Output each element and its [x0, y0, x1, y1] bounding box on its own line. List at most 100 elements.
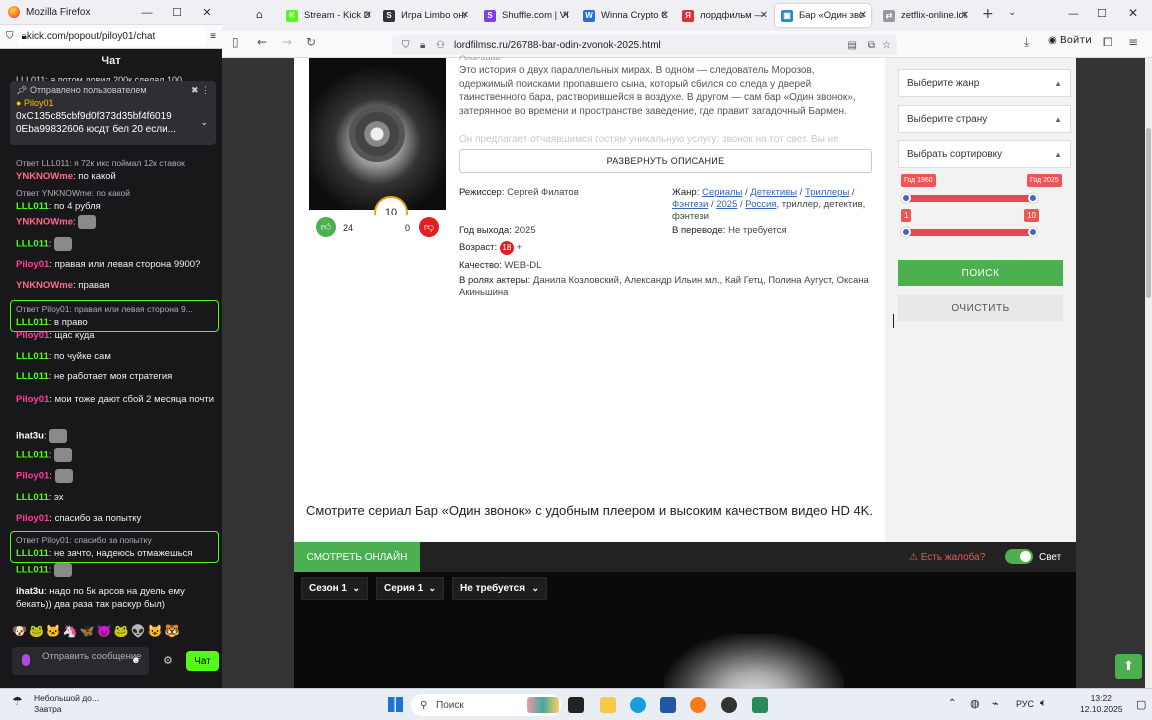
- chat-username[interactable]: YNKNOWme: [16, 280, 73, 291]
- slider-handle[interactable]: [901, 227, 911, 237]
- emote-bar[interactable]: 🐶🐸🐱🦄🦋😈🐸👽😺🐯: [12, 624, 181, 638]
- forward-button[interactable]: →: [282, 35, 292, 49]
- chat-username[interactable]: ihat3u: [16, 431, 44, 442]
- tab-overflow-icon[interactable]: ⌄: [1008, 7, 1016, 18]
- minimize-button[interactable]: —: [1068, 7, 1079, 20]
- edge-icon[interactable]: [630, 697, 646, 713]
- chat-username[interactable]: Piloy01: [16, 330, 49, 341]
- account-button[interactable]: ◉ Войти: [1048, 35, 1092, 46]
- bookmark-star-icon[interactable]: ☆: [882, 40, 891, 51]
- sort-select[interactable]: Выбрать сортировку ▲: [898, 140, 1071, 168]
- chat-username[interactable]: LLL011: [16, 450, 49, 461]
- browser-tab[interactable]: W Winna Crypto Ca ✕: [577, 4, 673, 27]
- emoji-icon[interactable]: ☻: [131, 655, 141, 666]
- browser-tab[interactable]: S Shuffle.com | VIP ✕: [478, 4, 574, 27]
- browser-tab[interactable]: K Stream - Kick Da ✕: [280, 4, 376, 27]
- season-select[interactable]: Сезон 1 ⌄: [301, 577, 368, 600]
- reload-button[interactable]: ↻: [306, 35, 316, 49]
- chat-username[interactable]: Piloy01: [16, 513, 49, 524]
- browser-tab[interactable]: ▣Бар «Один звонок✕: [775, 4, 871, 27]
- slider-handle[interactable]: [901, 193, 911, 203]
- firefox-taskbar-icon[interactable]: [690, 697, 706, 713]
- maximize-button[interactable]: ☐: [162, 0, 192, 25]
- browser-tab[interactable]: ⇄ zetflix-online.lol/✕: [877, 4, 973, 27]
- close-tab-icon[interactable]: ✕: [562, 10, 570, 21]
- voice-select[interactable]: Не требуется ⌄: [452, 577, 547, 600]
- scrollbar-thumb[interactable]: [1146, 128, 1151, 298]
- address-bar[interactable]: ⛉ 🔒︎ ⚇ lordfilmsc.ru/26788-bar-odin-zvon…: [392, 35, 897, 55]
- browser-tab[interactable]: Ялордфильм — Я ✕: [676, 4, 772, 27]
- close-tab-icon[interactable]: ✕: [961, 10, 969, 21]
- chat-username[interactable]: YNKNOWme: [16, 171, 73, 182]
- network-icon[interactable]: ⌁: [992, 697, 999, 710]
- genre-link[interactable]: Фэнтези: [672, 199, 708, 210]
- tab-list-icon[interactable]: ⌂: [256, 8, 263, 21]
- system-clock[interactable]: 13:22 12.10.2025: [1080, 693, 1123, 715]
- chat-username[interactable]: LLL011: [16, 548, 49, 559]
- popup-url[interactable]: 🔒︎ kick.com/popout/piloy01/chat: [17, 27, 207, 46]
- close-tab-icon[interactable]: ✕: [364, 10, 372, 21]
- expand-description-button[interactable]: РАЗВЕРНУТЬ ОПИСАНИЕ: [459, 149, 872, 173]
- chat-username[interactable]: LLL011: [16, 371, 49, 382]
- tray-app-icon[interactable]: ◍: [970, 697, 980, 710]
- close-tab-icon[interactable]: ✕: [760, 10, 768, 21]
- episode-select[interactable]: Серия 1 ⌄: [376, 577, 444, 600]
- search-button[interactable]: ПОИСК: [898, 260, 1063, 286]
- scroll-up-button[interactable]: ⬆: [1115, 654, 1142, 679]
- close-tab-icon[interactable]: ✕: [661, 10, 669, 21]
- back-button[interactable]: ←: [257, 35, 267, 49]
- task-view-icon[interactable]: [568, 697, 584, 713]
- app-icon[interactable]: [721, 697, 737, 713]
- page-scrollbar[interactable]: [1145, 58, 1152, 688]
- slider-handle[interactable]: [1028, 193, 1038, 203]
- tray-chevron-icon[interactable]: ⌃: [948, 698, 956, 709]
- chat-username[interactable]: Piloy01: [16, 259, 49, 270]
- thumbs-up-icon[interactable]: 👍︎: [316, 217, 336, 237]
- chat-username[interactable]: LLL011: [16, 351, 49, 362]
- pin-toggle-icon[interactable]: ✖︎ ⋮: [191, 85, 210, 96]
- pinned-message[interactable]: 📌︎ Отправлено пользователем ✖︎ ⋮ ● Piloy…: [10, 81, 216, 145]
- language-indicator[interactable]: РУС: [1016, 699, 1034, 709]
- light-toggle[interactable]: [1005, 549, 1033, 564]
- country-link[interactable]: Россия: [745, 199, 776, 210]
- year-slider[interactable]: [901, 193, 1038, 203]
- clear-button[interactable]: ОЧИСТИТЬ: [898, 295, 1063, 321]
- maximize-button[interactable]: ☐: [1097, 7, 1107, 20]
- chat-username[interactable]: LLL011: [16, 317, 49, 328]
- slider-handle[interactable]: [1028, 227, 1038, 237]
- chat-input[interactable]: Отправить сообщение ☻: [12, 647, 149, 675]
- minimize-button[interactable]: —: [132, 0, 162, 25]
- chevron-down-icon[interactable]: ⌄: [200, 117, 208, 128]
- start-button[interactable]: [388, 697, 403, 712]
- widgets-icon[interactable]: [527, 697, 559, 713]
- chat-username[interactable]: LLL011: [16, 239, 49, 250]
- volume-icon[interactable]: 🔈︎: [1040, 697, 1047, 710]
- watch-online-tab[interactable]: СМОТРЕТЬ ОНЛАЙН: [294, 542, 420, 572]
- chat-username[interactable]: Piloy01: [16, 394, 49, 405]
- genre-link[interactable]: Сериалы: [702, 187, 742, 198]
- new-tab-button[interactable]: +: [982, 6, 994, 22]
- close-tab-icon[interactable]: ✕: [461, 10, 469, 21]
- genre-link[interactable]: Триллеры: [805, 187, 849, 198]
- menu-icon[interactable]: ≡: [210, 31, 216, 42]
- extensions-icon[interactable]: ⧠: [1103, 35, 1113, 50]
- chat-username[interactable]: YNKNOWme: [16, 217, 73, 228]
- complaint-link[interactable]: ⚠ Есть жалоба?: [909, 542, 985, 572]
- rating-slider[interactable]: [901, 227, 1038, 237]
- reader-icon[interactable]: ▤: [848, 40, 857, 51]
- chat-username[interactable]: ihat3u: [16, 586, 44, 597]
- send-chat-button[interactable]: Чат: [186, 651, 219, 671]
- notification-icon[interactable]: ▢: [1136, 698, 1146, 711]
- genre-link[interactable]: Детективы: [750, 187, 797, 198]
- genre-select[interactable]: Выберите жанр ▲: [898, 69, 1071, 97]
- chat-username[interactable]: LLL011: [16, 492, 49, 503]
- app-menu-icon[interactable]: ≡: [1128, 35, 1138, 49]
- close-tab-icon[interactable]: ✕: [859, 10, 867, 21]
- app-icon[interactable]: [752, 697, 768, 713]
- country-select[interactable]: Выберите страну ▲: [898, 105, 1071, 133]
- video-player[interactable]: Сезон 1 ⌄ Серия 1 ⌄ Не требуется ⌄: [294, 572, 1076, 694]
- chat-username[interactable]: Piloy01: [16, 471, 49, 482]
- store-icon[interactable]: [660, 697, 676, 713]
- close-button[interactable]: ✕: [1128, 6, 1138, 20]
- download-icon[interactable]: ⤓: [1024, 35, 1029, 50]
